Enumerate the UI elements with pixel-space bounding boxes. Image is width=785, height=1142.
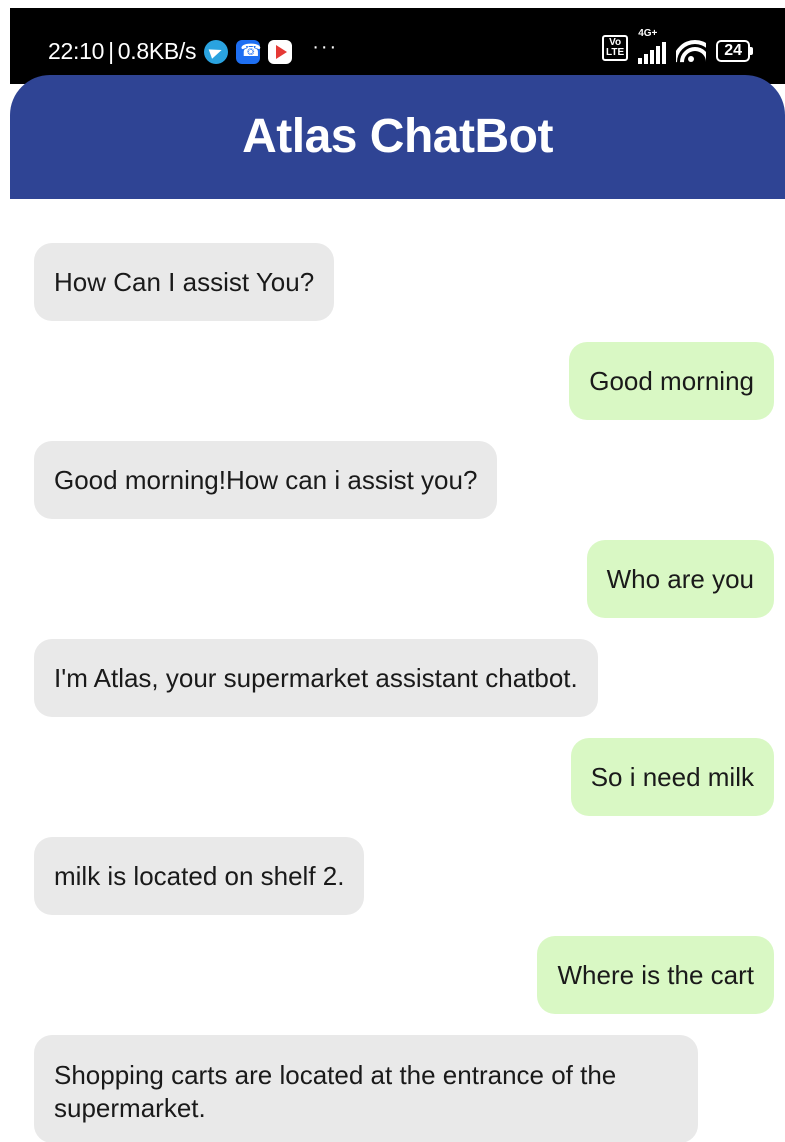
user-message: Good morning: [569, 342, 774, 420]
bot-message: milk is located on shelf 2.: [34, 837, 365, 915]
battery-level: 24: [716, 40, 750, 62]
app-title: Atlas ChatBot: [242, 109, 553, 163]
user-message: So i need milk: [570, 738, 774, 816]
status-time: 22:10: [48, 38, 105, 64]
volte-icon: Vo LTE: [602, 35, 629, 61]
battery-icon: 24: [716, 40, 753, 62]
signal-icon: 4G+: [638, 28, 667, 64]
status-left: 22:10 | 0.8KB/s ···: [48, 36, 339, 65]
app-header: Atlas ChatBot: [10, 75, 785, 199]
telegram-icon: [204, 39, 229, 64]
bot-message: Shopping carts are located at the entran…: [34, 1035, 698, 1142]
user-message: Who are you: [586, 540, 774, 618]
status-separator: |: [108, 38, 114, 64]
more-notifications-icon: ···: [312, 36, 339, 58]
status-bar: 22:10 | 0.8KB/s ··· VoLTE 4G+ 24: [10, 8, 785, 84]
bot-message: Good morning!How can i assist you?: [34, 441, 498, 519]
status-speed: 0.8KB/s: [117, 38, 197, 64]
user-message: Where is the cart: [537, 936, 774, 1014]
wifi-icon: [676, 38, 707, 64]
bot-message: How Can I assist You?: [34, 243, 335, 321]
play-icon: [268, 39, 293, 64]
network-type: 4G+: [638, 28, 658, 39]
bot-message: I'm Atlas, your supermarket assistant ch…: [34, 639, 598, 717]
status-right: Vo LTE 4G+ 24: [602, 28, 753, 64]
phone-icon: [236, 39, 261, 64]
